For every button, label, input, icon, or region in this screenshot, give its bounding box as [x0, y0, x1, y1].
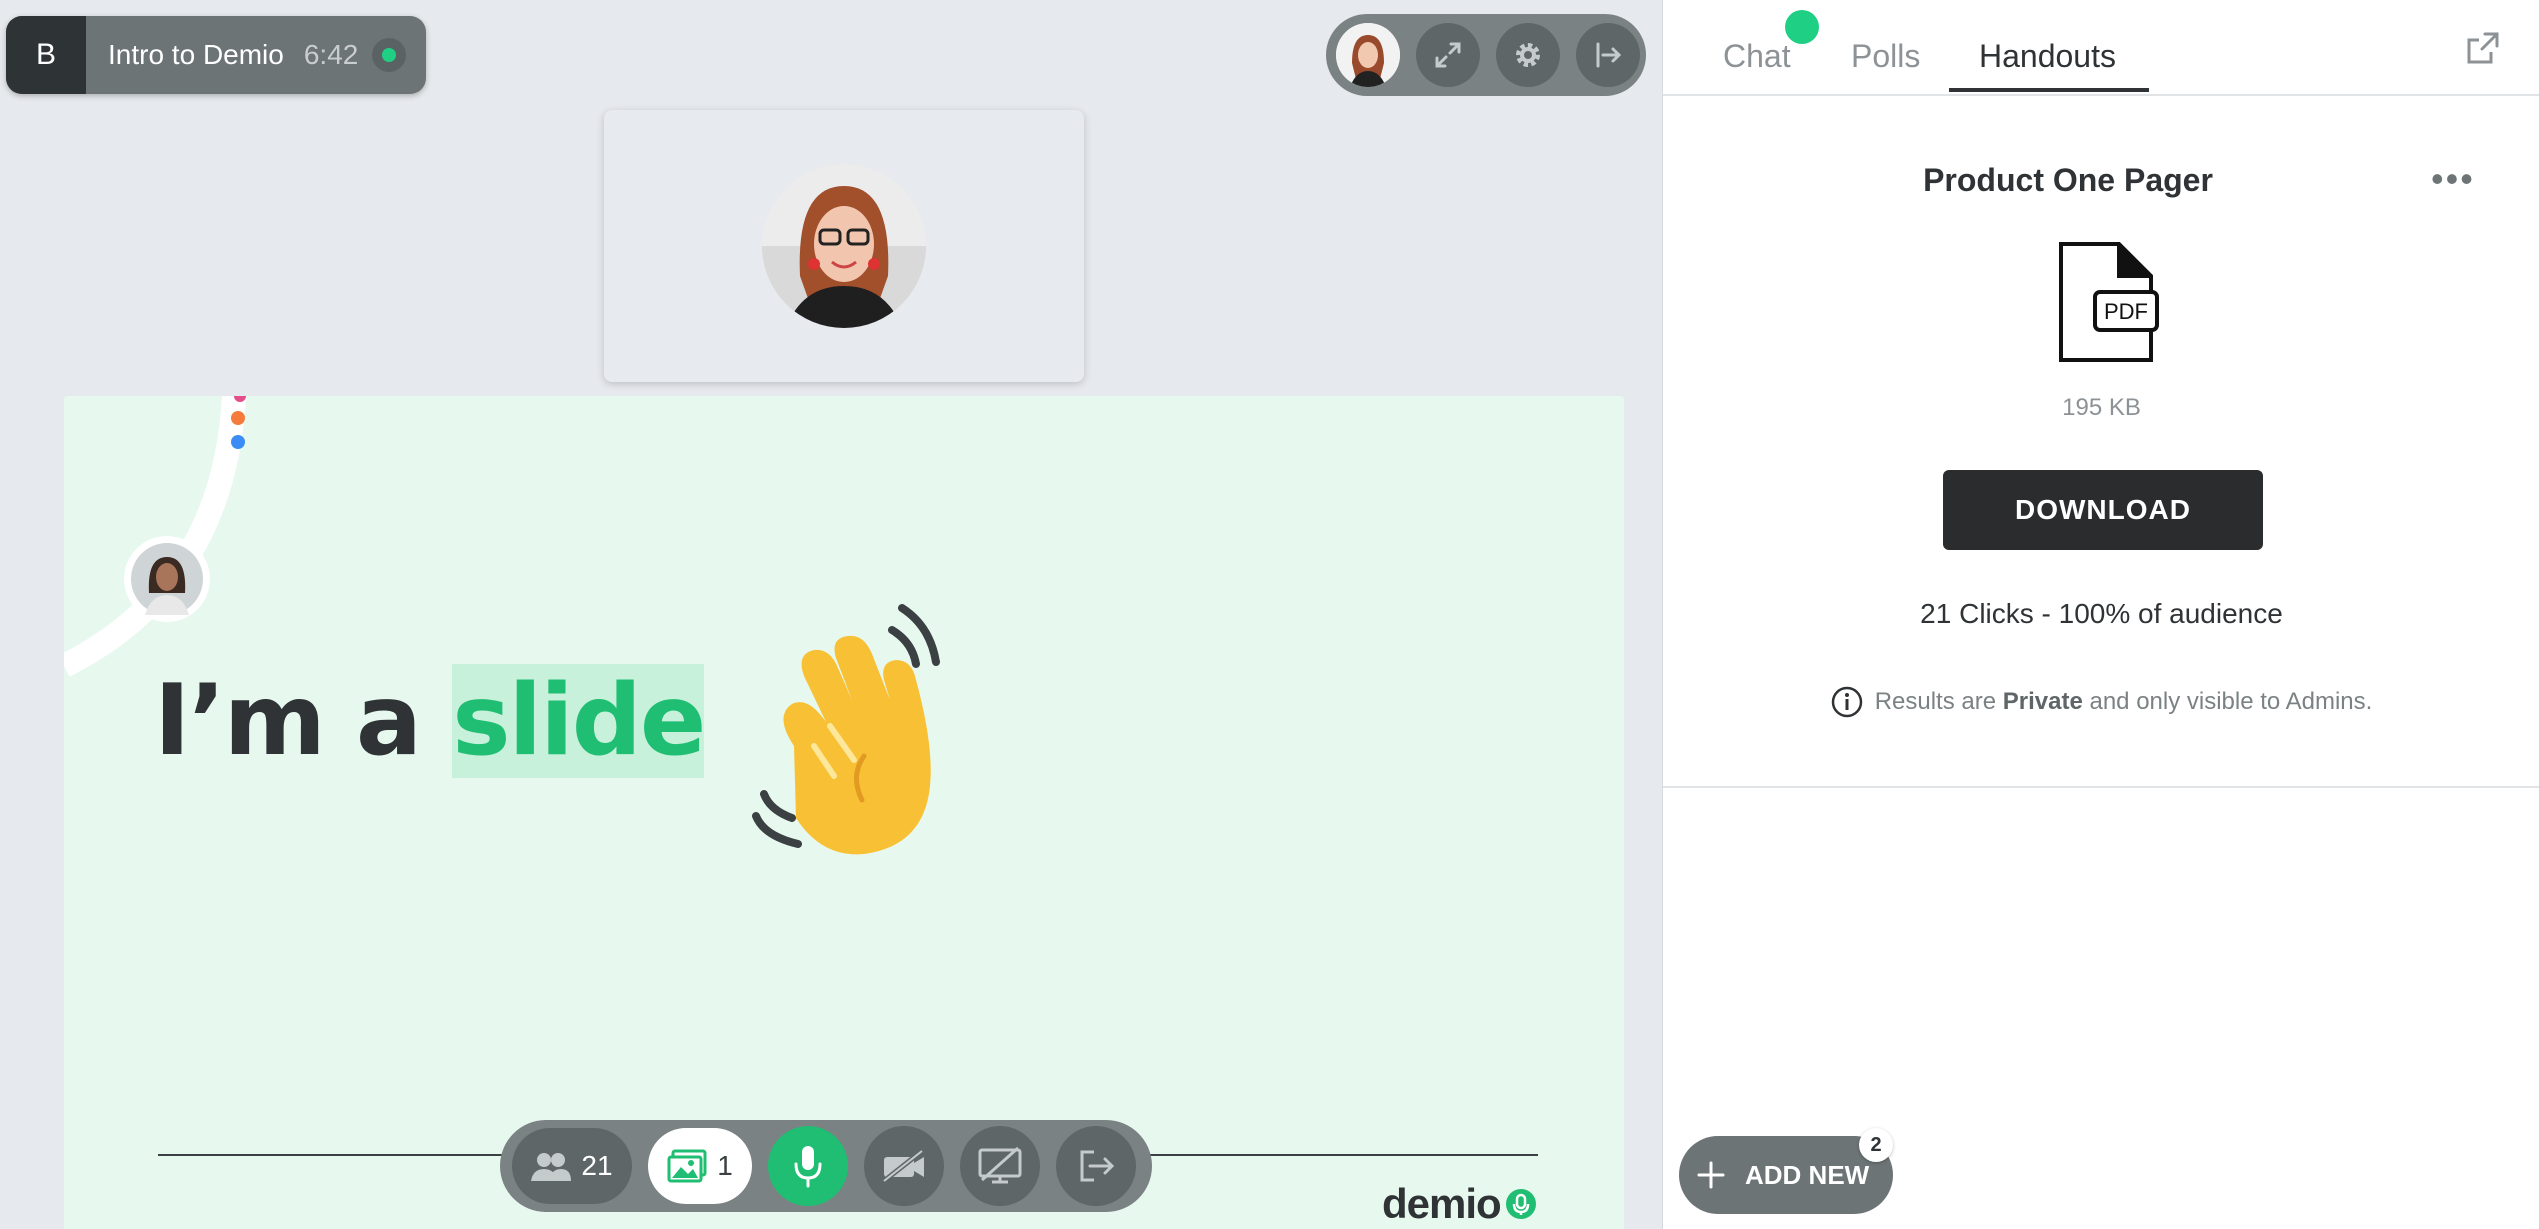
- tab-handouts[interactable]: Handouts: [1979, 38, 2116, 75]
- screen-share-button[interactable]: [960, 1126, 1040, 1206]
- bottom-toolbar: 21 1: [500, 1120, 1152, 1212]
- tab-chat[interactable]: Chat: [1723, 38, 1791, 75]
- slides-count: 1: [717, 1150, 733, 1181]
- session-info: B Intro to Demio 6:42: [6, 16, 426, 94]
- logout-icon: [1080, 1150, 1115, 1182]
- slides-button[interactable]: 1: [648, 1128, 752, 1204]
- chat-notification-dot: [1785, 10, 1819, 44]
- camera-off-icon: [882, 1149, 924, 1183]
- user-avatar[interactable]: [1336, 23, 1400, 87]
- pdf-file-icon: PDF: [2059, 242, 2159, 362]
- slide-heading: I’m a slide: [154, 664, 706, 778]
- attendees-button[interactable]: 21: [512, 1128, 632, 1204]
- side-panel: Chat Polls Handouts Product One Pager ••…: [1662, 0, 2539, 1229]
- privacy-note: Results are Private and only visible to …: [1663, 686, 2539, 718]
- info-icon: [1831, 686, 1862, 718]
- plus-icon: [1697, 1161, 1725, 1189]
- file-type-label: PDF: [2104, 299, 2148, 324]
- panel-tabs: Chat Polls Handouts: [1663, 0, 2539, 96]
- add-new-count-badge: 2: [1859, 1128, 1893, 1162]
- camera-toggle-button[interactable]: [864, 1126, 944, 1206]
- handout-options-icon[interactable]: •••: [2431, 158, 2475, 200]
- popout-icon[interactable]: [2465, 30, 2501, 66]
- gear-icon: [1516, 43, 1540, 67]
- click-stats: 21 Clicks - 100% of audience: [1920, 598, 2283, 629]
- leave-button[interactable]: [1056, 1126, 1136, 1206]
- privacy-text: Results are Private and only visible to …: [1874, 688, 2373, 715]
- host-badge: B: [6, 16, 86, 94]
- mic-logo-icon: [1505, 1189, 1536, 1219]
- session-timer: 6:42: [303, 39, 359, 70]
- session-title: Intro to Demio: [108, 39, 284, 70]
- add-new-label: ADD NEW: [1745, 1159, 1870, 1190]
- settings-button[interactable]: [1496, 23, 1560, 87]
- top-toolbar: [1326, 14, 1646, 96]
- screen-share-off-icon: [978, 1146, 1022, 1184]
- fullscreen-button[interactable]: [1416, 23, 1480, 87]
- exit-icon: [1596, 42, 1622, 68]
- presentation-slide: I’m a slide demio: [64, 396, 1624, 1229]
- slide-heading-highlight: slide: [452, 664, 706, 778]
- handout-title: Product One Pager: [1923, 162, 2213, 198]
- leave-session-button[interactable]: [1576, 23, 1640, 87]
- waving-hand-icon: [752, 604, 940, 855]
- tab-polls[interactable]: Polls: [1851, 38, 1920, 75]
- live-indicator: [372, 38, 407, 72]
- brand-wordmark: demio: [1382, 1180, 1502, 1227]
- slide-heading-text: I’m a: [154, 664, 453, 778]
- people-icon: [531, 1153, 572, 1181]
- live-dot-icon: [382, 48, 397, 62]
- presenter-avatar: [762, 164, 926, 328]
- image-icon: [667, 1149, 707, 1183]
- microphone-button[interactable]: [768, 1126, 848, 1206]
- demio-logo: demio: [1382, 1180, 1537, 1228]
- microphone-icon: [794, 1146, 822, 1188]
- expand-icon: [1435, 42, 1461, 68]
- download-button[interactable]: DOWNLOAD: [1943, 470, 2263, 550]
- attendees-count: 21: [581, 1150, 613, 1181]
- active-tab-indicator: [1949, 88, 2149, 92]
- presenter-video: [604, 110, 1084, 382]
- attendee-avatar: [124, 536, 210, 622]
- section-divider: [1663, 786, 2539, 788]
- file-size: 195 KB: [2062, 394, 2141, 421]
